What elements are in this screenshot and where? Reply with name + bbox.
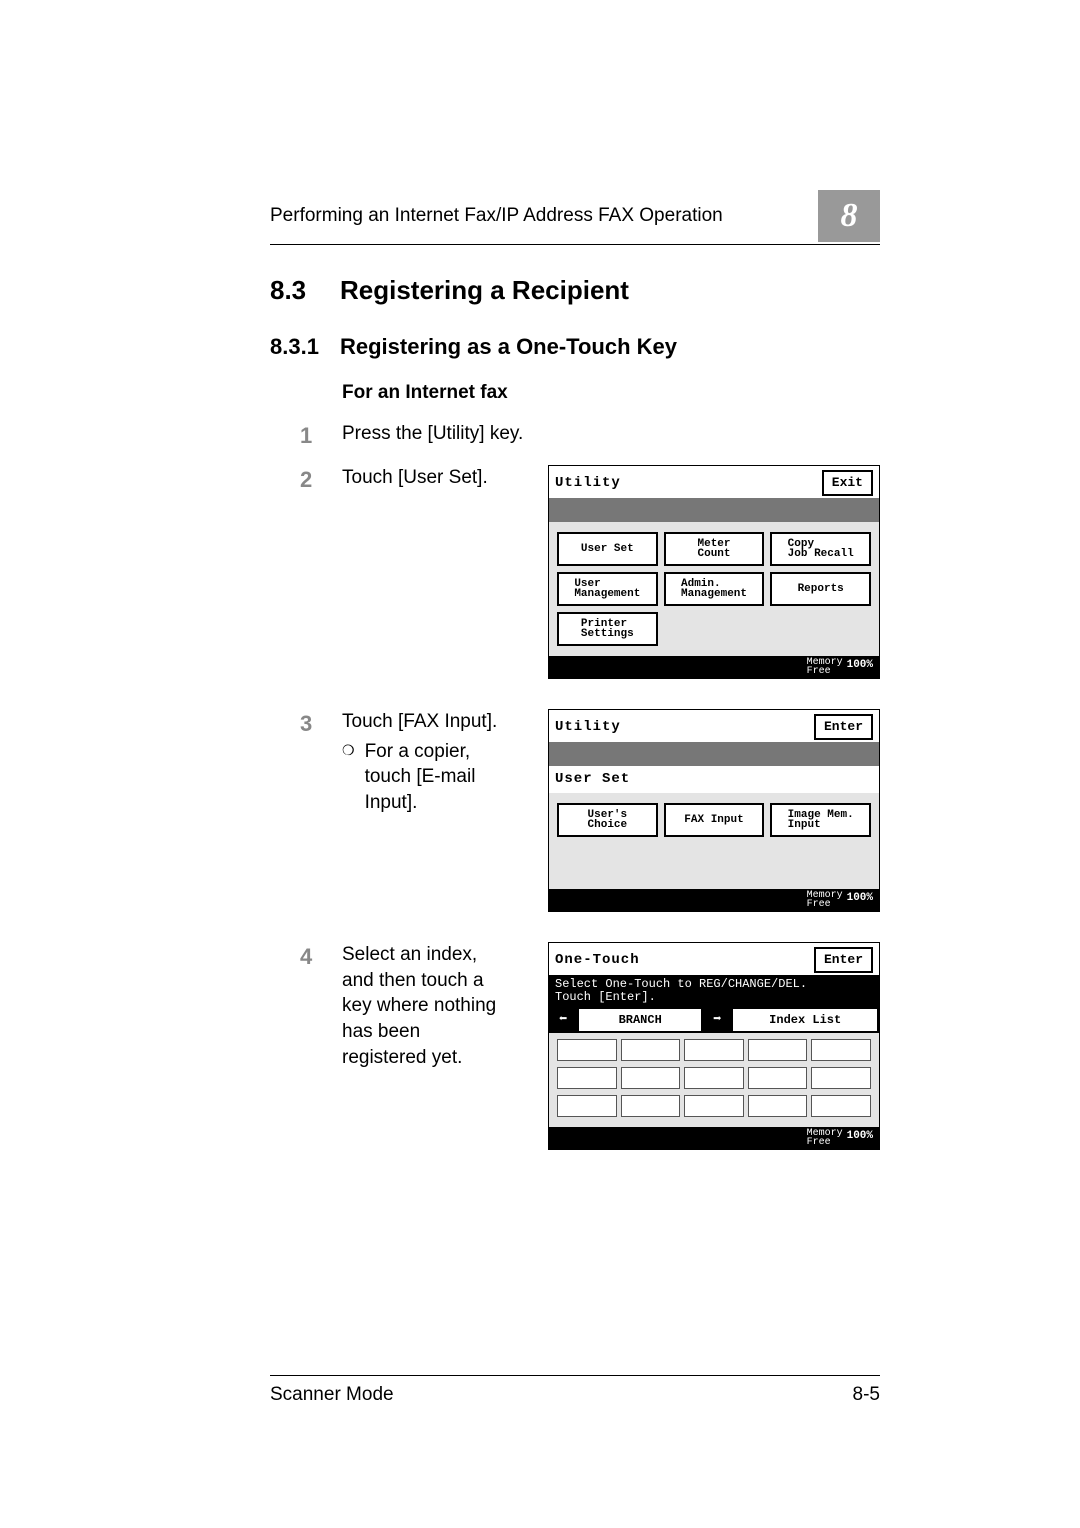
one-touch-slot[interactable] (811, 1067, 871, 1089)
image-mem-input-button[interactable]: Image Mem. Input (770, 803, 871, 837)
user-management-button[interactable]: User Management (557, 572, 658, 606)
one-touch-slot[interactable] (684, 1039, 744, 1061)
step-number: 2 (300, 465, 342, 495)
one-touch-slot[interactable] (557, 1095, 617, 1117)
memory-value: 100% (847, 658, 873, 676)
chapter-number-box: 8 (818, 190, 880, 242)
one-touch-slot[interactable] (748, 1095, 808, 1117)
subsection-number: 8.3.1 (270, 332, 340, 362)
printer-settings-button[interactable]: Printer Settings (557, 612, 658, 646)
section-title: Registering a Recipient (340, 275, 629, 305)
one-touch-screen: One-Touch Enter Select One-Touch to REG/… (548, 942, 880, 1150)
enter-button[interactable]: Enter (814, 714, 873, 740)
running-header: Performing an Internet Fax/IP Address FA… (270, 203, 723, 229)
memory-label: Memory Free (807, 658, 843, 676)
one-touch-slot[interactable] (621, 1067, 681, 1089)
step-note: ❍ For a copier, touch [E-mail Input]. (342, 739, 500, 816)
utility-main-screen: Utility Exit User Set Meter Count Copy J… (548, 465, 880, 679)
memory-free-indicator: Memory Free 100% (549, 656, 879, 678)
subsection-heading: 8.3.1Registering as a One-Touch Key (270, 332, 880, 362)
subsection-title: Registering as a One-Touch Key (340, 334, 677, 359)
one-touch-slot[interactable] (748, 1039, 808, 1061)
step-number: 3 (300, 709, 342, 739)
step-3: 3 Touch [FAX Input]. ❍ For a copier, tou… (300, 709, 500, 816)
step-number: 1 (300, 421, 342, 451)
one-touch-slot[interactable] (621, 1039, 681, 1061)
fax-input-button[interactable]: FAX Input (664, 803, 765, 837)
step-text: Select an index, and then touch a key wh… (342, 942, 500, 1070)
admin-management-button[interactable]: Admin. Management (664, 572, 765, 606)
instruction-line-2: Touch [Enter]. (555, 991, 873, 1004)
step-1: 1 Press the [Utility] key. (300, 421, 880, 451)
header-rule (270, 244, 880, 245)
footer-left: Scanner Mode (270, 1382, 394, 1408)
screen-title: Utility (555, 718, 621, 737)
screen-subtitle: User Set (549, 766, 879, 793)
meter-count-button[interactable]: Meter Count (664, 532, 765, 566)
user-set-button[interactable]: User Set (557, 532, 658, 566)
note-bullet-icon: ❍ (342, 741, 355, 760)
instruction-band: Select One-Touch to REG/CHANGE/DEL. Touc… (549, 975, 879, 1007)
dark-band (549, 498, 879, 522)
memory-free-indicator: Memory Free 100% (549, 889, 879, 911)
copy-job-recall-button[interactable]: Copy Job Recall (770, 532, 871, 566)
screen-title: One-Touch (555, 951, 640, 970)
dark-band (549, 742, 879, 766)
memory-label: Memory Free (807, 891, 843, 909)
section-number: 8.3 (270, 273, 340, 308)
one-touch-slot[interactable] (684, 1067, 744, 1089)
step-text: Touch [User Set]. (342, 465, 500, 491)
exit-button[interactable]: Exit (822, 470, 873, 496)
one-touch-slot[interactable] (621, 1095, 681, 1117)
paragraph-heading: For an Internet fax (342, 380, 880, 406)
memory-value: 100% (847, 1129, 873, 1147)
page-footer: Scanner Mode 8-5 (270, 1375, 880, 1408)
one-touch-slot[interactable] (811, 1039, 871, 1061)
note-text: For a copier, touch [E-mail Input]. (365, 739, 500, 816)
users-choice-button[interactable]: User's Choice (557, 803, 658, 837)
step-number: 4 (300, 942, 342, 972)
utility-userset-screen: Utility Enter User Set User's Choice FAX… (548, 709, 880, 912)
step-2: 2 Touch [User Set]. (300, 465, 500, 495)
one-touch-slot[interactable] (684, 1095, 744, 1117)
section-heading: 8.3Registering a Recipient (270, 273, 880, 308)
one-touch-slots (549, 1033, 879, 1127)
memory-value: 100% (847, 891, 873, 909)
one-touch-slot[interactable] (557, 1039, 617, 1061)
step-text: Press the [Utility] key. (342, 421, 880, 447)
index-list-tab[interactable]: Index List (731, 1007, 879, 1033)
memory-label: Memory Free (807, 1129, 843, 1147)
reports-button[interactable]: Reports (770, 572, 871, 606)
one-touch-slot[interactable] (811, 1095, 871, 1117)
one-touch-slot[interactable] (748, 1067, 808, 1089)
footer-right: 8-5 (853, 1382, 880, 1408)
prev-index-arrow-icon[interactable]: ⬅ (549, 1007, 577, 1033)
next-index-arrow-icon[interactable]: ➡ (703, 1007, 731, 1033)
empty-area (549, 841, 879, 889)
enter-button[interactable]: Enter (814, 947, 873, 973)
screen-title: Utility (555, 474, 621, 493)
one-touch-slot[interactable] (557, 1067, 617, 1089)
step-text: Touch [FAX Input]. (342, 711, 497, 732)
branch-tab[interactable]: BRANCH (577, 1007, 703, 1033)
memory-free-indicator: Memory Free 100% (549, 1127, 879, 1149)
step-4: 4 Select an index, and then touch a key … (300, 942, 500, 1070)
